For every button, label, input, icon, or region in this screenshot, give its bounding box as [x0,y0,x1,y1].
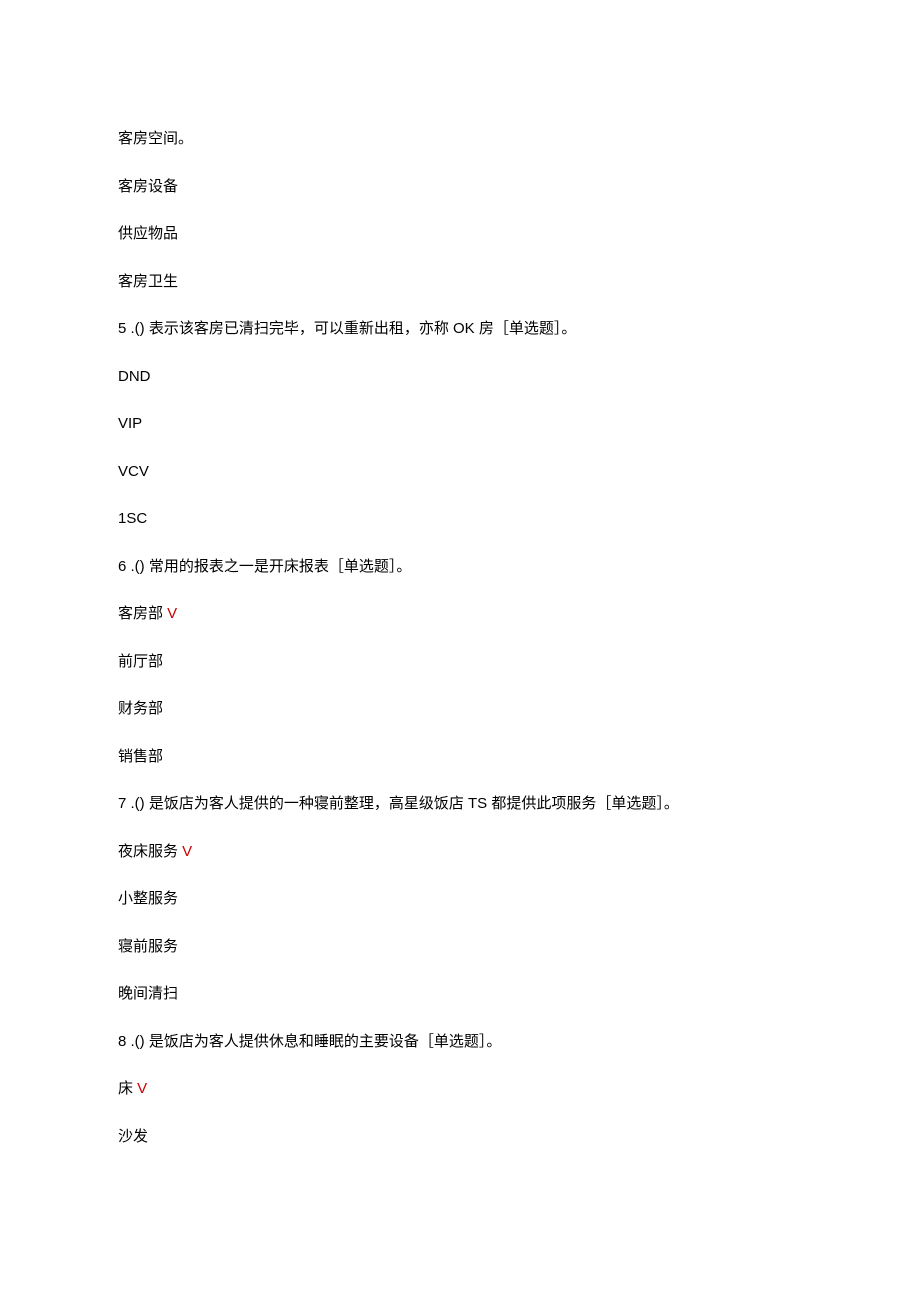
option-text: 寝前服务 [118,938,178,955]
option-text: 供应物品 [118,225,178,242]
q5-option-c: VCV [118,461,802,484]
correct-mark: V [182,843,192,860]
q8-question: 8 .() 是饭店为客人提供休息和睡眠的主要设备［单选题］。 [118,1031,802,1054]
option-text: 小整服务 [118,890,178,907]
option-text: 沙发 [118,1128,148,1145]
q4-option-d: 客房卫生 [118,271,802,294]
q7-question: 7 .() 是饭店为客人提供的一种寝前整理，高星级饭店 TS 都提供此项服务［单… [118,793,802,816]
q5-option-d: 1SC [118,508,802,531]
q7-option-c: 寝前服务 [118,936,802,959]
q6-question: 6 .() 常用的报表之一是开床报表［单选题］。 [118,556,802,579]
q6-option-c: 财务部 [118,698,802,721]
option-text: 晚间清扫 [118,985,178,1002]
q6-option-b: 前厅部 [118,651,802,674]
option-text: 夜床服务 [118,843,182,860]
q7-option-a: 夜床服务 V [118,841,802,864]
q4-option-a: 客房空间。 [118,128,802,151]
q5-question: 5 .() 表示该客房已清扫完毕，可以重新出租，亦称 OK 房［单选题］。 [118,318,802,341]
q5-option-a: DND [118,366,802,389]
correct-mark: V [167,605,177,622]
question-text: .() 常用的报表之一是开床报表［单选题］。 [126,558,411,575]
option-text: 客房设备 [118,178,178,195]
q8-option-a: 床 V [118,1078,802,1101]
q5-option-b: VIP [118,413,802,436]
q6-option-d: 销售部 [118,746,802,769]
option-text: VIP [118,415,142,432]
q7-option-b: 小整服务 [118,888,802,911]
option-text: VCV [118,463,149,480]
option-text: 财务部 [118,700,163,717]
q4-option-b: 客房设备 [118,176,802,199]
option-text: DND [118,368,151,385]
option-text: 客房卫生 [118,273,178,290]
option-text: 客房部 [118,605,167,622]
option-text: 前厅部 [118,653,163,670]
correct-mark: V [137,1080,147,1097]
option-text: 销售部 [118,748,163,765]
q6-option-a: 客房部 V [118,603,802,626]
question-text: .() 是饭店为客人提供的一种寝前整理，高星级饭店 TS 都提供此项服务［单选题… [126,795,679,812]
question-text: .() 是饭店为客人提供休息和睡眠的主要设备［单选题］。 [126,1033,501,1050]
q7-option-d: 晚间清扫 [118,983,802,1006]
q4-option-c: 供应物品 [118,223,802,246]
option-text: 客房空间。 [118,130,193,147]
option-text: 1SC [118,510,147,527]
option-text: 床 [118,1080,137,1097]
q8-option-b: 沙发 [118,1126,802,1149]
question-text: .() 表示该客房已清扫完毕，可以重新出租，亦称 OK 房［单选题］。 [126,320,576,337]
